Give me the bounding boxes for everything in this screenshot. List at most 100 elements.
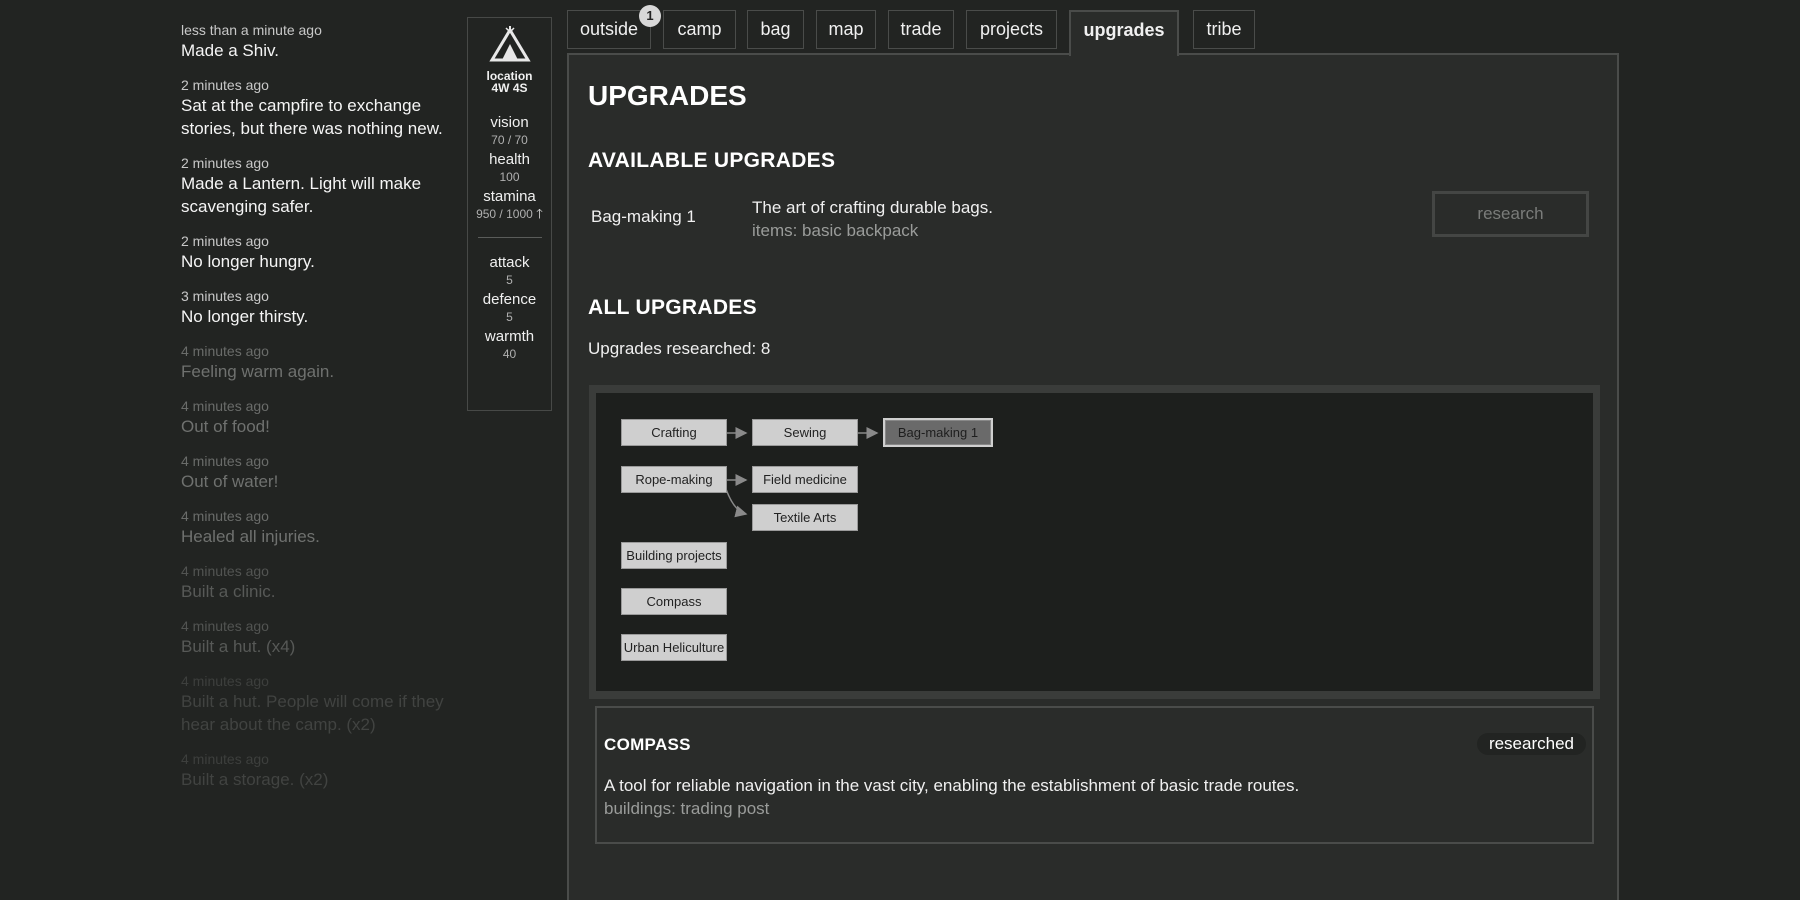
upgrade-tree: Crafting Sewing Bag-making 1 Rope-making… (589, 385, 1600, 699)
log-text: Healed all injuries. (181, 527, 320, 546)
tab-outside[interactable]: outside 1 (567, 5, 661, 49)
upgrade-node-sewing[interactable]: Sewing (752, 419, 858, 446)
tab-projects[interactable]: projects (966, 10, 1057, 49)
notification-badge: 1 (639, 5, 661, 27)
game-screen: less than a minute ago Made a Shiv. 2 min… (0, 0, 1800, 900)
tab-bag[interactable]: bag (747, 10, 804, 49)
upgrade-detail-card: COMPASS researched A tool for reliable n… (595, 706, 1594, 844)
log-entry: 3 minutes ago No longer thirsty. (181, 287, 456, 328)
log-entry: 4 minutes ago Feeling warm again. (181, 342, 456, 383)
vision-label: vision (490, 114, 529, 131)
log-text: No longer thirsty. (181, 307, 309, 326)
log-text: Built a clinic. (181, 582, 276, 601)
location-value: 4W 4S (491, 81, 528, 95)
detail-unlocks: buildings: trading post (604, 799, 770, 818)
log-text: Sat at the campfire to exchange stories,… (181, 96, 443, 138)
vision-value: 70 / 70 (491, 133, 528, 147)
log-time: less than a minute ago (181, 22, 322, 38)
available-upgrade-name: Bag-making 1 (591, 207, 696, 226)
available-upgrade-desc: The art of crafting durable bags. (752, 198, 993, 217)
tab-label: camp (677, 19, 722, 39)
upgrade-node-urban-heliculture[interactable]: Urban Heliculture (621, 634, 727, 661)
log-time: 2 minutes ago (181, 77, 269, 93)
event-log: less than a minute ago Made a Shiv. 2 min… (181, 21, 456, 805)
log-time: 4 minutes ago (181, 508, 269, 524)
tab-map[interactable]: map (816, 10, 876, 49)
warmth-label: warmth (484, 328, 535, 345)
tab-label: trade (900, 19, 942, 39)
detail-title: COMPASS (604, 735, 691, 754)
tab-camp[interactable]: camp (663, 10, 736, 49)
upgrade-node-compass[interactable]: Compass (621, 588, 727, 615)
log-time: 4 minutes ago (181, 563, 269, 579)
stamina-label: stamina (483, 188, 536, 205)
log-time: 4 minutes ago (181, 398, 269, 414)
upgrades-panel: UPGRADES AVAILABLE UPGRADES Bag-making 1… (567, 53, 1619, 900)
attack-label: attack (489, 254, 530, 271)
tab-label: tribe (1206, 19, 1242, 39)
log-text: Feeling warm again. (181, 362, 335, 381)
tab-upgrades[interactable]: upgrades (1069, 10, 1179, 56)
defence-label: defence (482, 291, 537, 308)
upgrade-node-rope-making[interactable]: Rope-making (621, 466, 727, 493)
log-time: 2 minutes ago (181, 233, 269, 249)
health-label: health (489, 151, 530, 168)
log-entry: 2 minutes ago No longer hungry. (181, 232, 456, 273)
log-time: 2 minutes ago (181, 155, 269, 171)
log-time: 4 minutes ago (181, 618, 269, 634)
log-entry: 4 minutes ago Built a hut. People will co… (181, 672, 456, 736)
log-entry: 4 minutes ago Built a hut. (x4) (181, 617, 456, 658)
tent-icon (488, 26, 531, 62)
log-entry: 4 minutes ago Built a storage. (x2) (181, 750, 456, 791)
log-text: Built a hut. (x4) (181, 637, 296, 656)
log-entry: 2 minutes ago Sat at the campfire to exch… (181, 76, 456, 140)
detail-description: A tool for reliable navigation in the va… (604, 776, 1300, 795)
log-text: Made a Lantern. Light will make scavengi… (181, 174, 422, 216)
log-text: Made a Shiv. (181, 41, 279, 60)
log-entry: less than a minute ago Made a Shiv. (181, 21, 456, 62)
upgrade-node-textile-arts[interactable]: Textile Arts (752, 504, 858, 531)
tab-label: map (828, 19, 864, 39)
upgrade-node-field-medicine[interactable]: Field medicine (752, 466, 858, 493)
log-time: 3 minutes ago (181, 288, 269, 304)
tab-label: outside (579, 19, 639, 39)
log-time: 4 minutes ago (181, 751, 269, 767)
log-time: 4 minutes ago (181, 453, 269, 469)
warmth-value: 40 (502, 347, 517, 361)
log-entry: 4 minutes ago Out of food! (181, 397, 456, 438)
tab-label: upgrades (1083, 20, 1165, 40)
status-badge: researched (1476, 733, 1586, 755)
stats-divider (477, 237, 542, 238)
log-entry: 4 minutes ago Healed all injuries. (181, 507, 456, 548)
upgrade-node-building-projects[interactable]: Building projects (621, 542, 727, 569)
connector-arrow (725, 488, 748, 518)
available-upgrades-title: AVAILABLE UPGRADES (588, 149, 836, 172)
all-upgrades-title: ALL UPGRADES (588, 296, 757, 319)
tab-label: projects (979, 19, 1044, 39)
tab-tribe[interactable]: tribe (1193, 10, 1255, 49)
stats-panel: location 4W 4S vision 70 / 70 health 100… (467, 17, 552, 411)
stamina-row: 950 / 1000 🡑 (468, 206, 551, 222)
log-entry: 2 minutes ago Made a Lantern. Light will … (181, 154, 456, 218)
health-value: 100 (499, 170, 520, 184)
log-entry: 4 minutes ago Built a clinic. (181, 562, 456, 603)
upgrade-node-bag-making-1[interactable]: Bag-making 1 (883, 418, 993, 447)
tab-trade[interactable]: trade (888, 10, 954, 49)
log-text: Built a storage. (x2) (181, 770, 329, 789)
tab-label: bag (760, 19, 791, 39)
log-text: No longer hungry. (181, 252, 315, 271)
tree-connectors (725, 427, 879, 518)
attack-value: 5 (506, 273, 513, 287)
log-text: Out of food! (181, 417, 270, 436)
researched-count: Upgrades researched: 8 (588, 339, 771, 358)
page-title: UPGRADES (588, 80, 747, 111)
research-button[interactable]: research (1432, 191, 1589, 237)
available-upgrade-items: items: basic backpack (752, 221, 919, 240)
stamina-value: 950 / 1000 (476, 207, 533, 221)
log-text: Out of water! (181, 472, 279, 491)
log-time: 4 minutes ago (181, 673, 269, 689)
upgrade-tree-canvas: Crafting Sewing Bag-making 1 Rope-making… (596, 393, 1593, 691)
defence-value: 5 (506, 310, 513, 324)
upgrade-node-crafting[interactable]: Crafting (621, 419, 727, 446)
log-text: Built a hut. People will come if they he… (181, 692, 444, 734)
